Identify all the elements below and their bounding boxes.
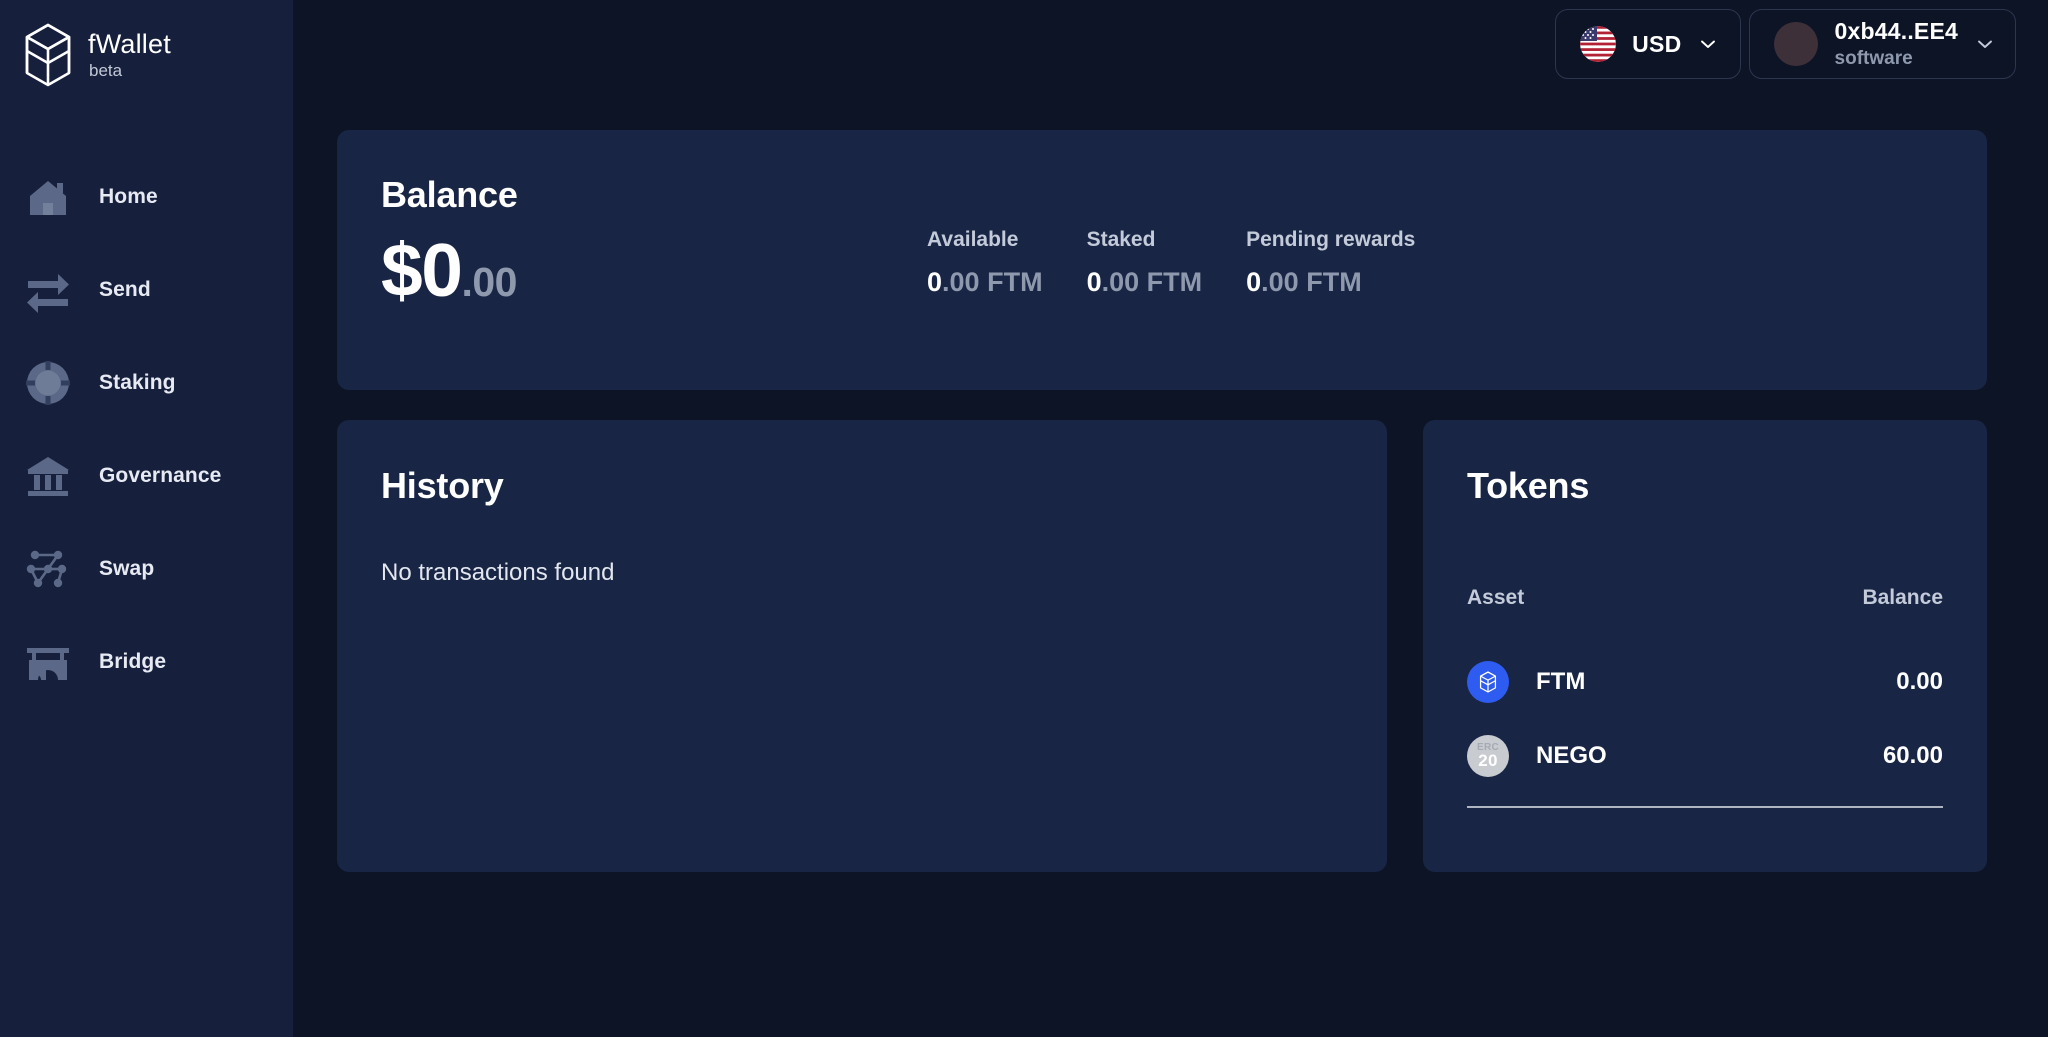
sidebar-item-home[interactable]: Home [0, 166, 293, 228]
sidebar-item-bridge[interactable]: Bridge [0, 631, 293, 693]
token-symbol: NEGO [1536, 742, 1607, 769]
stat-decimals: .00 [1101, 267, 1140, 297]
sidebar-item-label: Governance [99, 464, 222, 487]
stat-label: Staked [1086, 228, 1156, 251]
sidebar-item-label: Send [99, 278, 151, 301]
token-balance: 60.00 [1882, 742, 1943, 769]
sidebar: fWallet beta Home Send Staking Governanc… [0, 0, 293, 1037]
fantom-cube-logo-icon [22, 22, 74, 88]
column-header-balance: Balance [1862, 586, 1943, 609]
stat-unit: FTM [1139, 267, 1203, 297]
sidebar-item-staking[interactable]: Staking [0, 352, 293, 414]
tokens-title: Tokens [1467, 465, 1590, 506]
brand-logo[interactable]: fWallet beta [0, 0, 293, 88]
total-balance: $0.00 [381, 233, 517, 308]
column-header-asset: Asset [1467, 586, 1525, 609]
fantom-token-icon [1467, 661, 1509, 703]
balance-whole: 0 [421, 228, 463, 312]
token-balance: 0.00 [1896, 668, 1943, 695]
stat-available: Available 0.00 FTM [927, 228, 1043, 298]
currency-value: USD [1632, 30, 1682, 57]
app-root: fWallet beta Home Send Staking Governanc… [0, 0, 2048, 1037]
main-content: USD 0xb44..EE4 software Balance $0.00 Av… [293, 0, 2048, 1037]
stat-label: Pending rewards [1246, 228, 1416, 251]
account-type: software [1834, 47, 1913, 69]
sidebar-item-label: Staking [99, 371, 176, 394]
avatar-icon [1773, 22, 1818, 66]
balance-currency-symbol: $ [381, 228, 423, 312]
chevron-down-icon [1698, 34, 1718, 54]
stat-label: Available [927, 228, 1019, 251]
sidebar-item-label: Home [99, 185, 158, 208]
us-flag-icon [1580, 26, 1617, 62]
table-row[interactable]: FTM 0.00 [1467, 645, 1943, 719]
stat-number: 0 [1086, 267, 1102, 297]
stat-unit: FTM [1298, 267, 1362, 297]
stat-staked: Staked 0.00 FTM [1087, 228, 1203, 298]
erc-badge-bottom: 20 [1478, 751, 1498, 770]
account-selector[interactable]: 0xb44..EE4 software [1748, 9, 2016, 79]
stat-value: 0.00 FTM [1246, 267, 1415, 298]
stat-number: 0 [1246, 267, 1262, 297]
stat-value: 0.00 FTM [1087, 267, 1203, 298]
swap-nodes-icon [24, 545, 72, 593]
chevron-down-icon [1975, 34, 1995, 54]
bridge-icon [24, 638, 72, 686]
stat-number: 0 [927, 267, 943, 297]
history-title: History [381, 465, 504, 506]
send-arrows-icon [24, 266, 72, 314]
history-card: History No transactions found [337, 420, 1387, 872]
sidebar-item-governance[interactable]: Governance [0, 445, 293, 507]
balance-title: Balance [381, 174, 518, 215]
brand-name: fWallet [88, 29, 171, 59]
sidebar-item-label: Swap [99, 557, 155, 580]
sidebar-item-swap[interactable]: Swap [0, 538, 293, 600]
governance-bank-icon [24, 452, 72, 500]
topbar: USD 0xb44..EE4 software [1555, 9, 2016, 79]
balance-stats: Available 0.00 FTM Staked 0.00 FTM Pendi… [927, 228, 1415, 298]
table-row[interactable]: ERC 20 NEGO 60.00 [1467, 719, 1943, 793]
sidebar-nav: Home Send Staking Governance Swap Bridge [0, 166, 293, 693]
brand-tag: beta [89, 61, 123, 80]
sidebar-item-send[interactable]: Send [0, 259, 293, 321]
stat-pending-rewards: Pending rewards 0.00 FTM [1246, 228, 1415, 298]
tokens-table-header: Asset Balance [1467, 586, 1943, 610]
tokens-list-divider [1467, 806, 1943, 808]
staking-chip-icon [24, 359, 72, 407]
tokens-list: FTM 0.00 ERC 20 NEGO 60.00 [1467, 645, 1943, 808]
balance-cents: .00 [461, 259, 517, 305]
history-empty-message: No transactions found [381, 559, 615, 586]
home-icon [24, 173, 72, 221]
sidebar-item-label: Bridge [99, 650, 167, 673]
stat-decimals: .00 [1261, 267, 1299, 297]
erc20-token-icon: ERC 20 [1467, 735, 1509, 777]
account-address: 0xb44..EE4 [1834, 18, 1958, 45]
stat-value: 0.00 FTM [927, 267, 1043, 298]
stat-unit: FTM [979, 267, 1043, 297]
currency-selector[interactable]: USD [1555, 9, 1741, 79]
balance-card: Balance $0.00 Available 0.00 FTM Staked … [337, 130, 1987, 390]
token-symbol: FTM [1536, 668, 1586, 695]
stat-decimals: .00 [942, 267, 980, 297]
tokens-card: Tokens Asset Balance FTM 0.00 ERC 20 NEG… [1423, 420, 1987, 872]
